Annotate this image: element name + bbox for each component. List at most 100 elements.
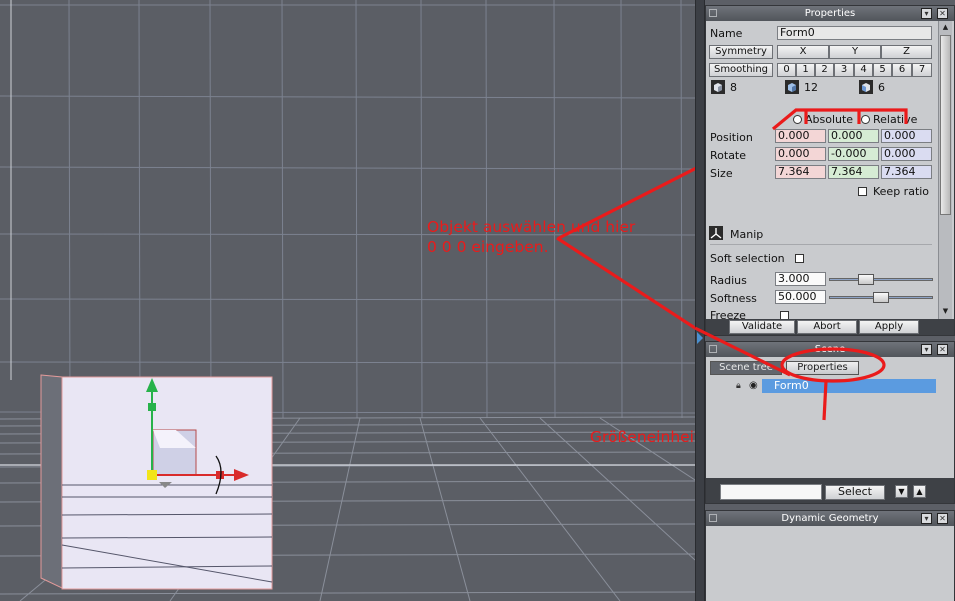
edge-cube-icon [785, 80, 799, 94]
scene-search-input[interactable] [720, 484, 822, 500]
panel-grip-icon[interactable] [709, 345, 717, 353]
size-x-field[interactable]: 7.364 [775, 165, 826, 179]
scene-tabs: Scene tree Properties [706, 357, 954, 376]
panel-close-icon[interactable]: ✕ [937, 344, 948, 355]
rotate-label: Rotate [710, 149, 747, 162]
dynamic-geometry-panel: Dynamic Geometry ▾ ✕ [705, 510, 955, 601]
radius-slider-thumb[interactable] [858, 274, 874, 285]
scroll-down-icon[interactable]: ▼ [940, 306, 951, 317]
keep-ratio-checkbox[interactable] [858, 187, 867, 196]
properties-panel: Properties ▾ ✕ Name Form0 Symmetry X Y Z… [705, 5, 955, 336]
manip-label: Manip [730, 228, 764, 241]
keep-ratio-label: Keep ratio [873, 185, 930, 198]
relative-label: Relative [873, 113, 918, 126]
name-label: Name [710, 27, 743, 40]
dynamic-geometry-title-text: Dynamic Geometry [781, 513, 879, 524]
size-y-field[interactable]: 7.364 [828, 165, 879, 179]
soft-selection-label: Soft selection [710, 252, 785, 265]
separator [710, 244, 932, 245]
scene-panel: Scene ▾ ✕ Scene tree Properties 🔒︎ ◉ For… [705, 341, 955, 504]
freeze-label: Freeze [710, 309, 746, 319]
viewport-scene [0, 0, 695, 601]
symmetry-z-button[interactable]: Z [881, 45, 932, 59]
properties-panel-title: Properties ▾ ✕ [706, 6, 954, 21]
panel-grip-icon[interactable] [709, 514, 717, 522]
back-wall-grid [0, 0, 695, 419]
manip-icon [709, 226, 723, 240]
face-count: 6 [878, 81, 885, 94]
position-y-field[interactable]: 0.000 [828, 129, 879, 143]
freeze-checkbox[interactable] [780, 311, 789, 319]
tree-row-form0[interactable]: Form0 [762, 379, 936, 393]
cube-object[interactable] [40, 374, 273, 590]
dynamic-geometry-title: Dynamic Geometry ▾ ✕ [706, 511, 954, 526]
move-down-icon[interactable]: ▼ [895, 485, 908, 498]
scroll-up-icon[interactable]: ▲ [940, 22, 951, 33]
size-z-field[interactable]: 7.364 [881, 165, 932, 179]
move-up-icon[interactable]: ▲ [913, 485, 926, 498]
symmetry-x-button[interactable]: X [777, 45, 829, 59]
panel-menu-chevron-icon[interactable]: ▾ [921, 8, 932, 19]
panel-close-icon[interactable]: ✕ [937, 8, 948, 19]
abort-button[interactable]: Abort [797, 320, 857, 334]
softness-label: Softness [710, 292, 757, 305]
edge-count: 12 [804, 81, 818, 94]
softness-slider[interactable] [829, 292, 933, 303]
collapse-arrow-icon[interactable] [697, 332, 703, 344]
tab-properties[interactable]: Properties [786, 361, 859, 375]
app-window: Objekt auswählen und hier 0 0 0 eingeben… [0, 0, 955, 601]
select-button[interactable]: Select [825, 485, 885, 500]
relative-radio[interactable] [861, 115, 870, 124]
softness-slider-thumb[interactable] [873, 292, 889, 303]
rotate-y-field[interactable]: -0.000 [828, 147, 879, 161]
panel-menu-chevron-icon[interactable]: ▾ [921, 344, 932, 355]
soft-selection-checkbox[interactable] [795, 254, 804, 263]
visibility-eye-icon[interactable]: ◉ [749, 380, 758, 391]
radius-field[interactable]: 3.000 [775, 272, 826, 286]
properties-footer: Validate Abort Apply [706, 319, 954, 335]
smoothing-level-0[interactable]: 0 [777, 63, 796, 77]
absolute-radio[interactable] [793, 115, 802, 124]
symmetry-button[interactable]: Symmetry [709, 45, 773, 59]
radius-slider[interactable] [829, 274, 933, 285]
scene-tree[interactable]: 🔒︎ ◉ Form0 [706, 376, 954, 489]
panel-grip-icon[interactable] [709, 9, 717, 17]
smoothing-level-2[interactable]: 2 [815, 63, 834, 77]
3d-viewport[interactable]: Objekt auswählen und hier 0 0 0 eingeben… [0, 0, 695, 601]
smoothing-level-6[interactable]: 6 [892, 63, 912, 77]
lock-icon[interactable]: 🔒︎ [736, 381, 741, 391]
absolute-label: Absolute [805, 113, 854, 126]
position-z-field[interactable]: 0.000 [881, 129, 932, 143]
apply-button[interactable]: Apply [859, 320, 919, 334]
properties-title-text: Properties [804, 8, 856, 19]
vertex-cube-icon [711, 80, 725, 94]
smoothing-level-7[interactable]: 7 [912, 63, 932, 77]
scroll-thumb[interactable] [940, 35, 951, 215]
panel-menu-chevron-icon[interactable]: ▾ [921, 513, 932, 524]
face-cube-icon [859, 80, 873, 94]
position-label: Position [710, 131, 753, 144]
smoothing-level-3[interactable]: 3 [834, 63, 854, 77]
rotate-x-field[interactable]: 0.000 [775, 147, 826, 161]
softness-field[interactable]: 50.000 [775, 290, 826, 304]
properties-scrollbar[interactable]: ▲ ▼ [938, 21, 952, 319]
size-label: Size [710, 167, 733, 180]
tab-scene-tree[interactable]: Scene tree [710, 361, 782, 375]
vertex-count: 8 [730, 81, 737, 94]
panel-close-icon[interactable]: ✕ [937, 513, 948, 524]
smoothing-button[interactable]: Smoothing [709, 63, 773, 77]
scene-panel-title: Scene ▾ ✕ [706, 342, 954, 357]
name-field[interactable]: Form0 [777, 26, 932, 40]
smoothing-level-4[interactable]: 4 [854, 63, 873, 77]
panel-splitter[interactable] [695, 0, 705, 601]
position-x-field[interactable]: 0.000 [775, 129, 826, 143]
properties-body: Name Form0 Symmetry X Y Z Smoothing 0 1 … [706, 21, 938, 319]
radius-label: Radius [710, 274, 747, 287]
symmetry-y-button[interactable]: Y [829, 45, 881, 59]
validate-button[interactable]: Validate [729, 320, 795, 334]
smoothing-level-5[interactable]: 5 [873, 63, 892, 77]
scene-title-text: Scene [814, 344, 846, 355]
annotation-note-position: Objekt auswählen und hier 0 0 0 eingeben… [427, 218, 636, 256]
smoothing-level-1[interactable]: 1 [796, 63, 815, 77]
rotate-z-field[interactable]: 0.000 [881, 147, 932, 161]
